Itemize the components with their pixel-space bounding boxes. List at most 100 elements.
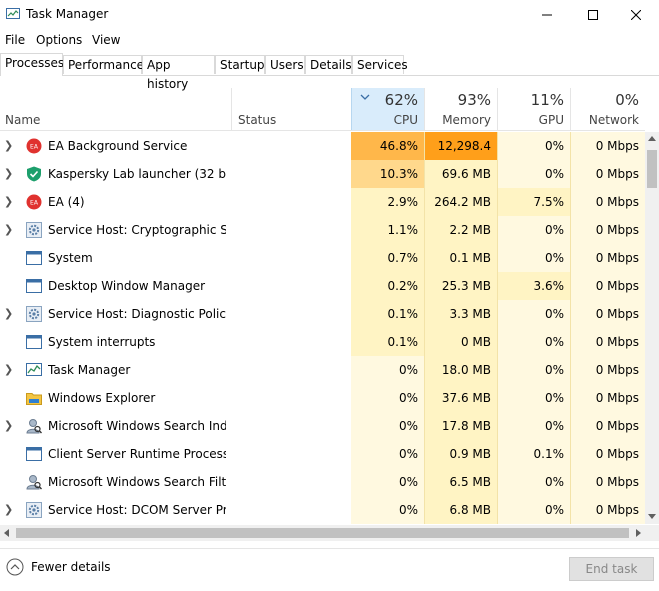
column-header-network[interactable]: 0% Network <box>570 88 645 130</box>
gpu-cell: 0.1% <box>497 440 570 468</box>
network-total: 0% <box>615 91 639 109</box>
memory-cell: 25.3 MB <box>424 272 497 300</box>
cpu-cell: 0.1% <box>351 328 424 356</box>
tab-details[interactable]: Details <box>305 55 352 74</box>
gpu-cell: 0% <box>497 300 570 328</box>
column-header-cpu[interactable]: 62% CPU <box>351 88 424 130</box>
process-name: Kaspersky Lab launcher (32 bit) <box>48 167 226 181</box>
gpu-cell: 0% <box>497 244 570 272</box>
chevron-down-icon <box>360 94 370 100</box>
network-cell: 0 Mbps <box>570 356 645 384</box>
tab-users[interactable]: Users <box>265 55 305 74</box>
window-title: Task Manager <box>26 7 109 21</box>
minimize-button[interactable] <box>524 0 570 30</box>
expand-chevron-icon[interactable]: ❯ <box>4 412 14 440</box>
tab-app-history[interactable]: App history <box>142 55 215 91</box>
expand-chevron-icon[interactable]: ❯ <box>4 356 14 384</box>
ea-icon: EA <box>26 194 42 210</box>
expand-chevron-icon[interactable]: ❯ <box>4 300 14 328</box>
memory-cell: 2.2 MB <box>424 216 497 244</box>
table-row[interactable]: ❯ EA EA Background Service 46.8%12,298.4 ..… <box>0 132 645 181</box>
menu-bar: File Options View <box>0 30 659 50</box>
memory-label: Memory <box>442 113 491 127</box>
network-cell: 0 Mbps <box>570 160 645 188</box>
horizontal-scroll-thumb[interactable] <box>16 528 629 538</box>
tab-performance[interactable]: Performance <box>63 55 144 74</box>
table-row[interactable]: ❯ Task Manager 0% 18.0 MB 0% 0 Mbps <box>0 356 645 384</box>
gpu-cell: 0% <box>497 132 570 160</box>
process-name: System interrupts <box>48 335 156 349</box>
chevron-up-circle-icon <box>6 558 24 576</box>
menu-options[interactable]: Options <box>36 33 82 47</box>
gpu-cell: 0% <box>497 328 570 356</box>
scroll-up-icon[interactable] <box>648 136 656 141</box>
tab-startup[interactable]: Startup <box>215 55 265 74</box>
cpu-cell: 0% <box>351 384 424 412</box>
table-row[interactable]: ❯ Service Host: Cryptographic Ser... 1.1%2… <box>0 216 645 244</box>
table-row[interactable]: ❯ Microsoft Windows Search Inde... 0%17.8 … <box>0 412 645 440</box>
table-row[interactable]: Microsoft Windows Search Filte... 0% 6.5 M… <box>0 468 645 496</box>
scroll-down-icon[interactable] <box>648 514 656 519</box>
fewer-details-button[interactable]: Fewer details <box>6 558 111 576</box>
network-cell: 0 Mbps <box>570 384 645 412</box>
memory-cell: 6.5 MB <box>424 468 497 496</box>
network-cell: 0 Mbps <box>570 412 645 440</box>
column-header-name[interactable]: Name <box>0 88 231 130</box>
expand-chevron-icon[interactable]: ❯ <box>4 188 14 216</box>
expand-chevron-icon[interactable]: ❯ <box>4 160 14 188</box>
expand-chevron-icon[interactable]: ❯ <box>4 132 14 160</box>
table-row[interactable]: ❯ Service Host: DCOM Server Proc... 0%6.8 … <box>0 496 645 524</box>
table-row[interactable]: Desktop Window Manager 0.2% 25.3 MB 3.6% 0 M… <box>0 272 645 300</box>
table-row[interactable]: ❯ EA EA (4) 2.9% 264.2 MB 7.5% 0 Mbps <box>0 188 645 216</box>
svg-text:EA: EA <box>30 200 39 207</box>
vertical-scroll-thumb[interactable] <box>647 150 657 188</box>
minimize-icon <box>542 14 552 16</box>
menu-file[interactable]: File <box>5 33 25 47</box>
window-icon <box>26 251 42 265</box>
memory-cell: 264.2 MB <box>424 188 497 216</box>
cpu-cell: 46.8% <box>351 132 424 160</box>
column-header-gpu[interactable]: 11% GPU <box>497 88 570 130</box>
vertical-scrollbar[interactable] <box>645 132 659 524</box>
window-icon <box>26 447 42 461</box>
gpu-cell: 0% <box>497 412 570 440</box>
shield-icon <box>27 166 41 182</box>
table-row[interactable]: Windows Explorer 0% 37.6 MB 0% 0 Mbps <box>0 384 645 412</box>
table-row[interactable]: Client Server Runtime Process 0% 0.9 MB 0.1… <box>0 440 645 468</box>
process-name: Client Server Runtime Process <box>48 447 226 461</box>
memory-cell: 69.6 MB <box>424 160 497 188</box>
gear-icon <box>26 222 42 238</box>
end-task-button[interactable]: End task <box>569 557 654 581</box>
table-row[interactable]: System interrupts 0.1% 0 MB 0% 0 Mbps <box>0 328 645 356</box>
column-header-memory[interactable]: 93% Memory <box>424 88 497 130</box>
memory-cell: 18.0 MB <box>424 356 497 384</box>
tab-services[interactable]: Services <box>352 55 408 74</box>
network-cell: 0 Mbps <box>570 188 645 216</box>
menu-view[interactable]: View <box>92 33 120 47</box>
table-row[interactable]: ❯ Service Host: Diagnostic Policy ... 0.1%… <box>0 300 645 328</box>
fewer-details-label: Fewer details <box>31 560 111 574</box>
table-row[interactable]: ❯ Kaspersky Lab launcher (32 bit) 10.3% 69.… <box>0 160 645 188</box>
gpu-cell: 0% <box>497 160 570 188</box>
expand-chevron-icon[interactable]: ❯ <box>4 496 14 524</box>
gpu-total: 11% <box>530 91 564 109</box>
table-row[interactable]: System 0.7% 0.1 MB 0% 0 Mbps <box>0 244 645 272</box>
maximize-button[interactable] <box>570 0 616 30</box>
column-header-status[interactable]: Status <box>232 88 351 130</box>
search-user-icon <box>26 419 42 434</box>
scroll-left-icon[interactable] <box>4 529 9 537</box>
cpu-cell: 1.1% <box>351 216 424 244</box>
network-cell: 0 Mbps <box>570 300 645 328</box>
tab-processes[interactable]: Processes <box>0 53 64 76</box>
network-cell: 0 Mbps <box>570 468 645 496</box>
horizontal-scrollbar[interactable] <box>0 525 659 541</box>
gpu-cell: 3.6% <box>497 272 570 300</box>
gpu-cell: 0% <box>497 384 570 412</box>
footer-bar: Fewer details End task <box>0 548 659 591</box>
task-manager-icon <box>26 363 42 376</box>
ea-icon: EA <box>26 138 42 154</box>
memory-cell: 0 MB <box>424 328 497 356</box>
close-button[interactable] <box>613 0 659 30</box>
scroll-right-icon[interactable] <box>636 529 641 537</box>
expand-chevron-icon[interactable]: ❯ <box>4 216 14 244</box>
